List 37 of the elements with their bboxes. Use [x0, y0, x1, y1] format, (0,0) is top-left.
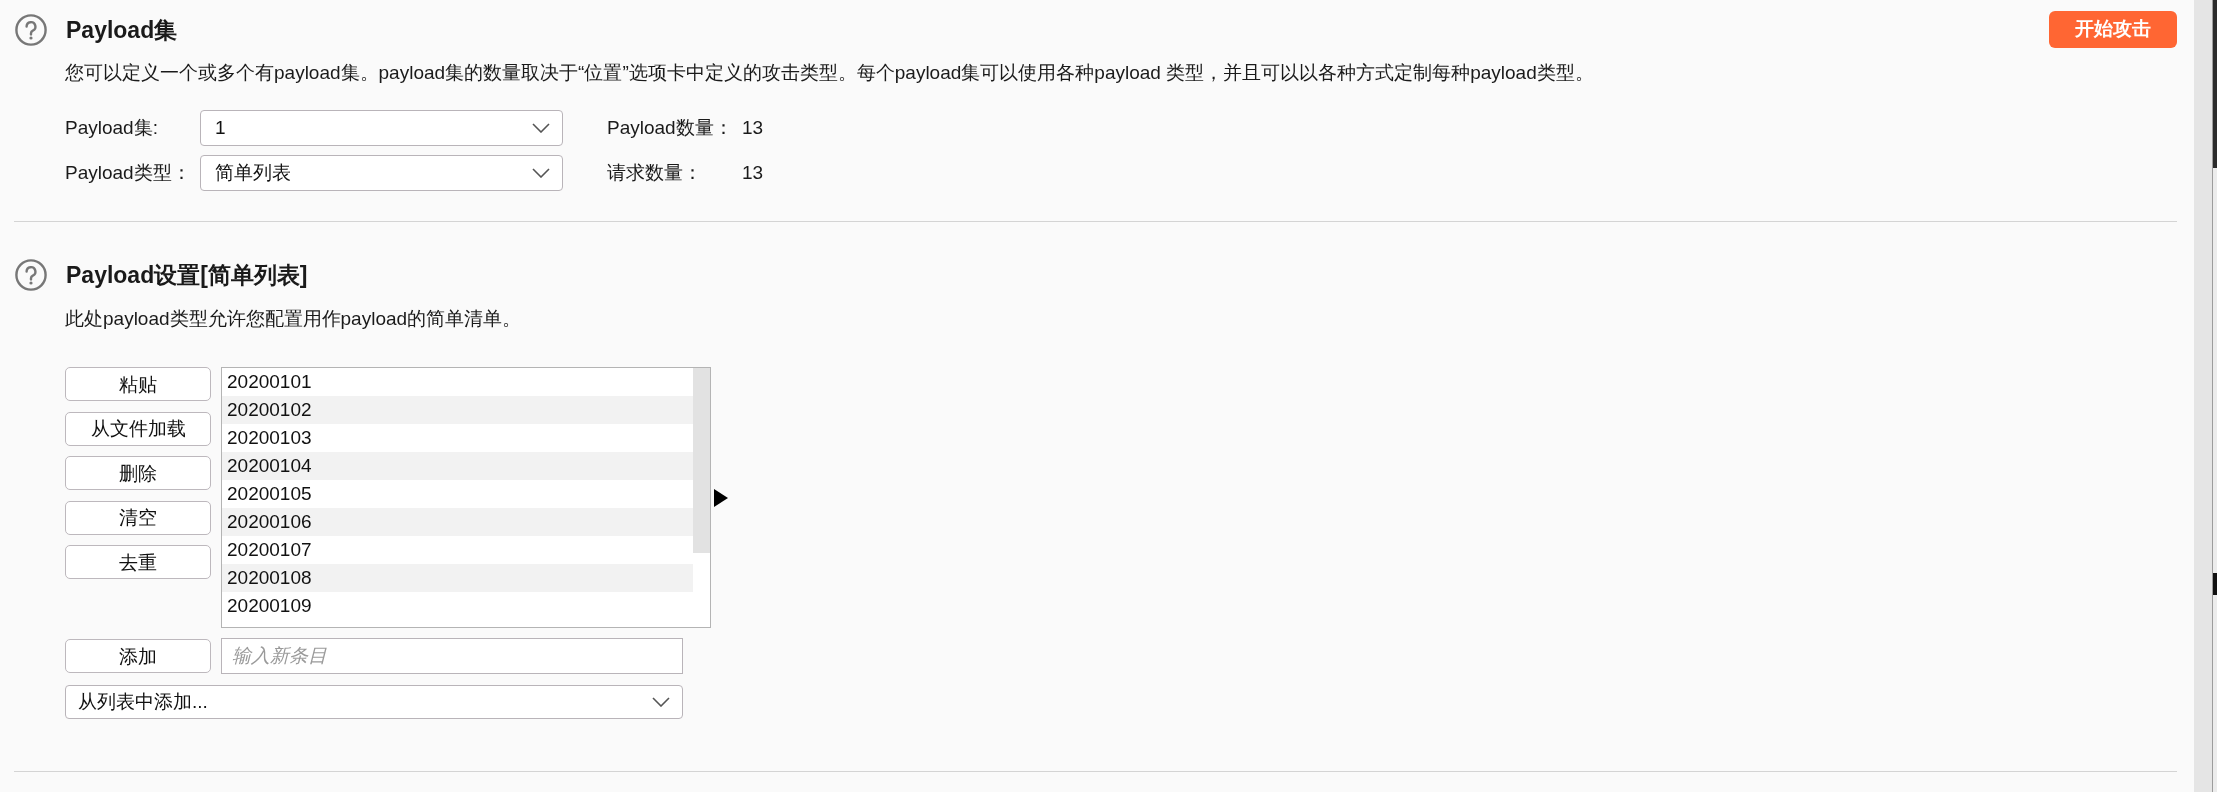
triangle-right-icon — [714, 488, 728, 507]
list-item[interactable]: 20200109 — [222, 592, 693, 620]
payload-set-dropdown[interactable]: 1 — [200, 110, 563, 146]
list-item[interactable]: 20200103 — [222, 424, 693, 452]
list-item[interactable]: 20200105 — [222, 480, 693, 508]
list-item[interactable]: 20200104 — [222, 452, 693, 480]
payload-type-dropdown[interactable]: 简单列表 — [200, 155, 563, 191]
remove-button[interactable]: 删除 — [65, 456, 211, 490]
list-item[interactable]: 20200101 — [222, 368, 693, 396]
list-item[interactable]: 20200106 — [222, 508, 693, 536]
request-count-label: 请求数量： — [607, 161, 702, 185]
clear-button[interactable]: 清空 — [65, 500, 211, 535]
chevron-down-icon — [652, 697, 670, 707]
payload-count-label: Payload数量： — [607, 116, 733, 140]
field-label: Payload类型： — [65, 161, 191, 185]
request-count-value: 13 — [742, 161, 764, 185]
section-title: Payload集 — [66, 15, 178, 45]
chevron-down-icon — [532, 168, 550, 178]
section-description: 您可以定义一个或多个有payload集。payload集的数量取决于“位置”选项卡中定义的攻击类型。每个payload集可以使用各种payload 类型，并且可以以各种方式定制每种payload类型。 — [65, 61, 1594, 85]
list-item[interactable]: 20200108 — [222, 564, 693, 592]
section-title: Payload设置[简单列表] — [66, 261, 308, 290]
scrollbar-thumb[interactable] — [693, 368, 710, 553]
section-description: 此处payload类型允许您配置用作payload的简单清单。 — [65, 307, 522, 331]
paste-button[interactable]: 粘贴 — [65, 367, 211, 401]
add-button[interactable]: 添加 — [65, 639, 211, 673]
add-from-list-dropdown[interactable]: 从列表中添加... — [65, 685, 683, 719]
payload-count-value: 13 — [742, 116, 764, 140]
chevron-down-icon — [532, 123, 550, 133]
new-item-field[interactable]: 输入新条目 — [221, 638, 683, 674]
list-item[interactable]: 20200107 — [222, 536, 693, 564]
load-from-file-button[interactable]: 从文件加载 — [65, 411, 211, 446]
help-icon — [15, 13, 47, 46]
payload-listbox[interactable]: 20200101 20200102 20200103 20200104 20200105 20200106 20200107 20200108 20200109 — [221, 367, 711, 628]
help-icon — [15, 259, 47, 291]
list-item[interactable]: 20200102 — [222, 396, 693, 424]
field-label: Payload集: — [65, 116, 158, 140]
deduplicate-button[interactable]: 去重 — [65, 545, 211, 579]
